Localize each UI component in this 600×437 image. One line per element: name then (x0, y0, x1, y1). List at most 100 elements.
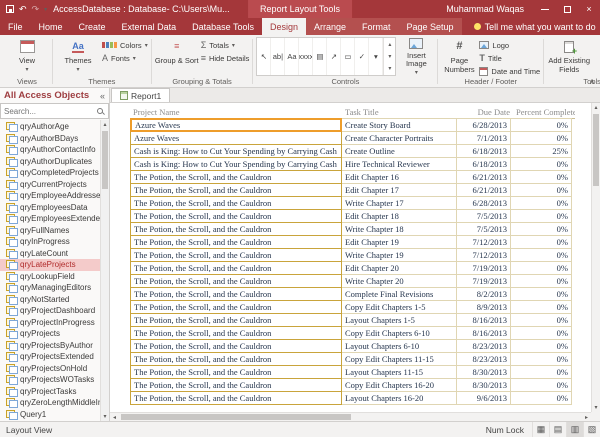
nav-item-query[interactable]: qryLateProjects (0, 259, 100, 271)
nav-item-query[interactable]: qryProjectsByAuthor (0, 340, 100, 352)
insert-image-button[interactable]: Insert Image ▾ (398, 36, 434, 77)
cell-task-title[interactable]: Create Outline (341, 144, 457, 158)
nav-item-query[interactable]: qryCompletedProjects (0, 167, 100, 179)
cell-due-date[interactable]: 6/28/2013 (456, 196, 511, 210)
nav-item-query[interactable]: qryProjectDashboard (0, 305, 100, 317)
cell-project-name[interactable]: Azure Waves (130, 131, 342, 145)
cell-due-date[interactable]: 8/16/2013 (456, 326, 511, 340)
logo-button[interactable]: Logo (479, 39, 540, 51)
nav-item-query[interactable]: qryAuthorDuplicates (0, 156, 100, 168)
ribbon-tab[interactable]: Format (354, 18, 399, 35)
cell-due-date[interactable]: 7/19/2013 (456, 261, 511, 275)
cell-percent-complete[interactable]: 0% (510, 209, 572, 223)
cell-percent-complete[interactable]: 0% (510, 339, 572, 353)
scroll-right-icon[interactable]: ▸ (582, 413, 591, 421)
nav-pane-header[interactable]: All Access Objects « (0, 88, 109, 103)
search-icon[interactable] (96, 107, 105, 116)
cell-project-name[interactable]: The Potion, the Scroll, and the Cauldron (130, 326, 342, 340)
cell-project-name[interactable]: The Potion, the Scroll, and the Cauldron (130, 391, 342, 405)
cell-project-name[interactable]: The Potion, the Scroll, and the Cauldron (130, 183, 342, 197)
nav-item-query[interactable]: qryProjectsOnHold (0, 363, 100, 375)
cell-task-title[interactable]: Write Chapter 17 (341, 196, 457, 210)
nav-item-query[interactable]: qryAuthorAge (0, 121, 100, 133)
ribbon-tab[interactable]: Page Setup (399, 18, 462, 35)
cell-due-date[interactable]: 6/28/2013 (456, 118, 511, 132)
cell-task-title[interactable]: Layout Chapters 6-10 (341, 339, 457, 353)
cell-project-name[interactable]: The Potion, the Scroll, and the Cauldron (130, 300, 342, 314)
nav-item-query[interactable]: qryAuthorContactInfo (0, 144, 100, 156)
nav-item-query[interactable]: Query1 (0, 409, 100, 421)
cell-due-date[interactable]: 9/6/2013 (456, 391, 511, 405)
cell-percent-complete[interactable]: 0% (510, 326, 572, 340)
cell-task-title[interactable]: Create Story Board (341, 118, 457, 132)
minimize-button[interactable] (534, 0, 556, 18)
layout-view-icon[interactable]: ▥ (566, 422, 583, 437)
tell-me-box[interactable]: Tell me what you want to do (474, 18, 596, 35)
nav-item-query[interactable]: qryAuthorBDays (0, 133, 100, 145)
cell-due-date[interactable]: 8/30/2013 (456, 365, 511, 379)
nav-item-query[interactable]: qryProjectTasks (0, 386, 100, 398)
colors-button[interactable]: Colors ▾ (102, 39, 148, 51)
cell-task-title[interactable]: Create Character Portraits (341, 131, 457, 145)
cell-due-date[interactable]: 7/12/2013 (456, 235, 511, 249)
ribbon-tab[interactable]: File (0, 18, 31, 35)
control-icon[interactable]: xxxx (299, 38, 313, 75)
cell-due-date[interactable]: 7/5/2013 (456, 209, 511, 223)
cell-project-name[interactable]: The Potion, the Scroll, and the Cauldron (130, 209, 342, 223)
cell-due-date[interactable]: 8/9/2013 (456, 300, 511, 314)
nav-item-query[interactable]: qryCurrentProjects (0, 179, 100, 191)
control-icon[interactable]: Aa (285, 38, 299, 75)
cell-task-title[interactable]: Layout Chapters 16-20 (341, 391, 457, 405)
title-button[interactable]: T Title (479, 52, 540, 64)
cell-project-name[interactable]: The Potion, the Scroll, and the Cauldron (130, 339, 342, 353)
print-preview-icon[interactable]: ▤ (549, 422, 566, 437)
nav-item-query[interactable]: qryProjectsExtended (0, 351, 100, 363)
view-button[interactable]: View ▾ (5, 36, 49, 77)
cell-percent-complete[interactable]: 0% (510, 248, 572, 262)
cell-project-name[interactable]: The Potion, the Scroll, and the Cauldron (130, 313, 342, 327)
cell-due-date[interactable]: 6/18/2013 (456, 144, 511, 158)
column-header-percent-complete[interactable]: Percent Complete (513, 107, 575, 117)
cell-percent-complete[interactable]: 0% (510, 131, 572, 145)
cell-percent-complete[interactable]: 0% (510, 287, 572, 301)
user-name[interactable]: Muhammad Waqas (436, 4, 534, 14)
nav-item-query[interactable]: qryProjectsWOTasks (0, 374, 100, 386)
nav-item-query[interactable]: qryLookupField (0, 271, 100, 283)
totals-button[interactable]: Σ Totals ▾ (201, 39, 250, 51)
cell-task-title[interactable]: Copy Edit Chapters 1-5 (341, 300, 457, 314)
vertical-scrollbar-thumb[interactable] (593, 114, 599, 186)
cell-project-name[interactable]: Azure Waves (130, 118, 342, 132)
report-view-icon[interactable]: ▦ (532, 422, 549, 437)
cell-percent-complete[interactable]: 0% (510, 118, 572, 132)
cell-task-title[interactable]: Edit Chapter 20 (341, 261, 457, 275)
horizontal-scrollbar-thumb[interactable] (121, 414, 351, 420)
vertical-scrollbar[interactable]: ▴ ▾ (591, 103, 600, 412)
cell-due-date[interactable]: 7/12/2013 (456, 248, 511, 262)
cell-task-title[interactable]: Write Chapter 19 (341, 248, 457, 262)
group-sort-button[interactable]: ≡ Group & Sort (155, 36, 199, 77)
cell-project-name[interactable]: The Potion, the Scroll, and the Cauldron (130, 274, 342, 288)
cell-percent-complete[interactable]: 0% (510, 378, 572, 392)
cell-percent-complete[interactable]: 0% (510, 170, 572, 184)
cell-percent-complete[interactable]: 0% (510, 196, 572, 210)
search-input[interactable] (1, 107, 96, 116)
cell-project-name[interactable]: The Potion, the Scroll, and the Cauldron (130, 378, 342, 392)
column-header-project-name[interactable]: Project Name (130, 107, 342, 117)
cell-due-date[interactable]: 8/16/2013 (456, 313, 511, 327)
nav-item-query[interactable]: qryEmployeesData (0, 202, 100, 214)
cell-percent-complete[interactable]: 0% (510, 183, 572, 197)
nav-item-query[interactable]: qryNotStarted (0, 294, 100, 306)
cell-percent-complete[interactable]: 0% (510, 261, 572, 275)
design-view-icon[interactable]: ▧ (583, 422, 600, 437)
cell-percent-complete[interactable]: 0% (510, 235, 572, 249)
cell-due-date[interactable]: 6/21/2013 (456, 170, 511, 184)
cell-due-date[interactable]: 7/19/2013 (456, 274, 511, 288)
undo-icon[interactable]: ↶ (19, 5, 27, 14)
shutter-close-icon[interactable]: « (100, 91, 105, 101)
scroll-down-icon[interactable]: ▾ (592, 403, 600, 412)
cell-percent-complete[interactable]: 0% (510, 222, 572, 236)
cell-due-date[interactable]: 6/18/2013 (456, 157, 511, 171)
date-time-button[interactable]: Date and Time (479, 65, 540, 77)
cell-percent-complete[interactable]: 0% (510, 157, 572, 171)
nav-item-query[interactable]: qryProjectInProgress (0, 317, 100, 329)
